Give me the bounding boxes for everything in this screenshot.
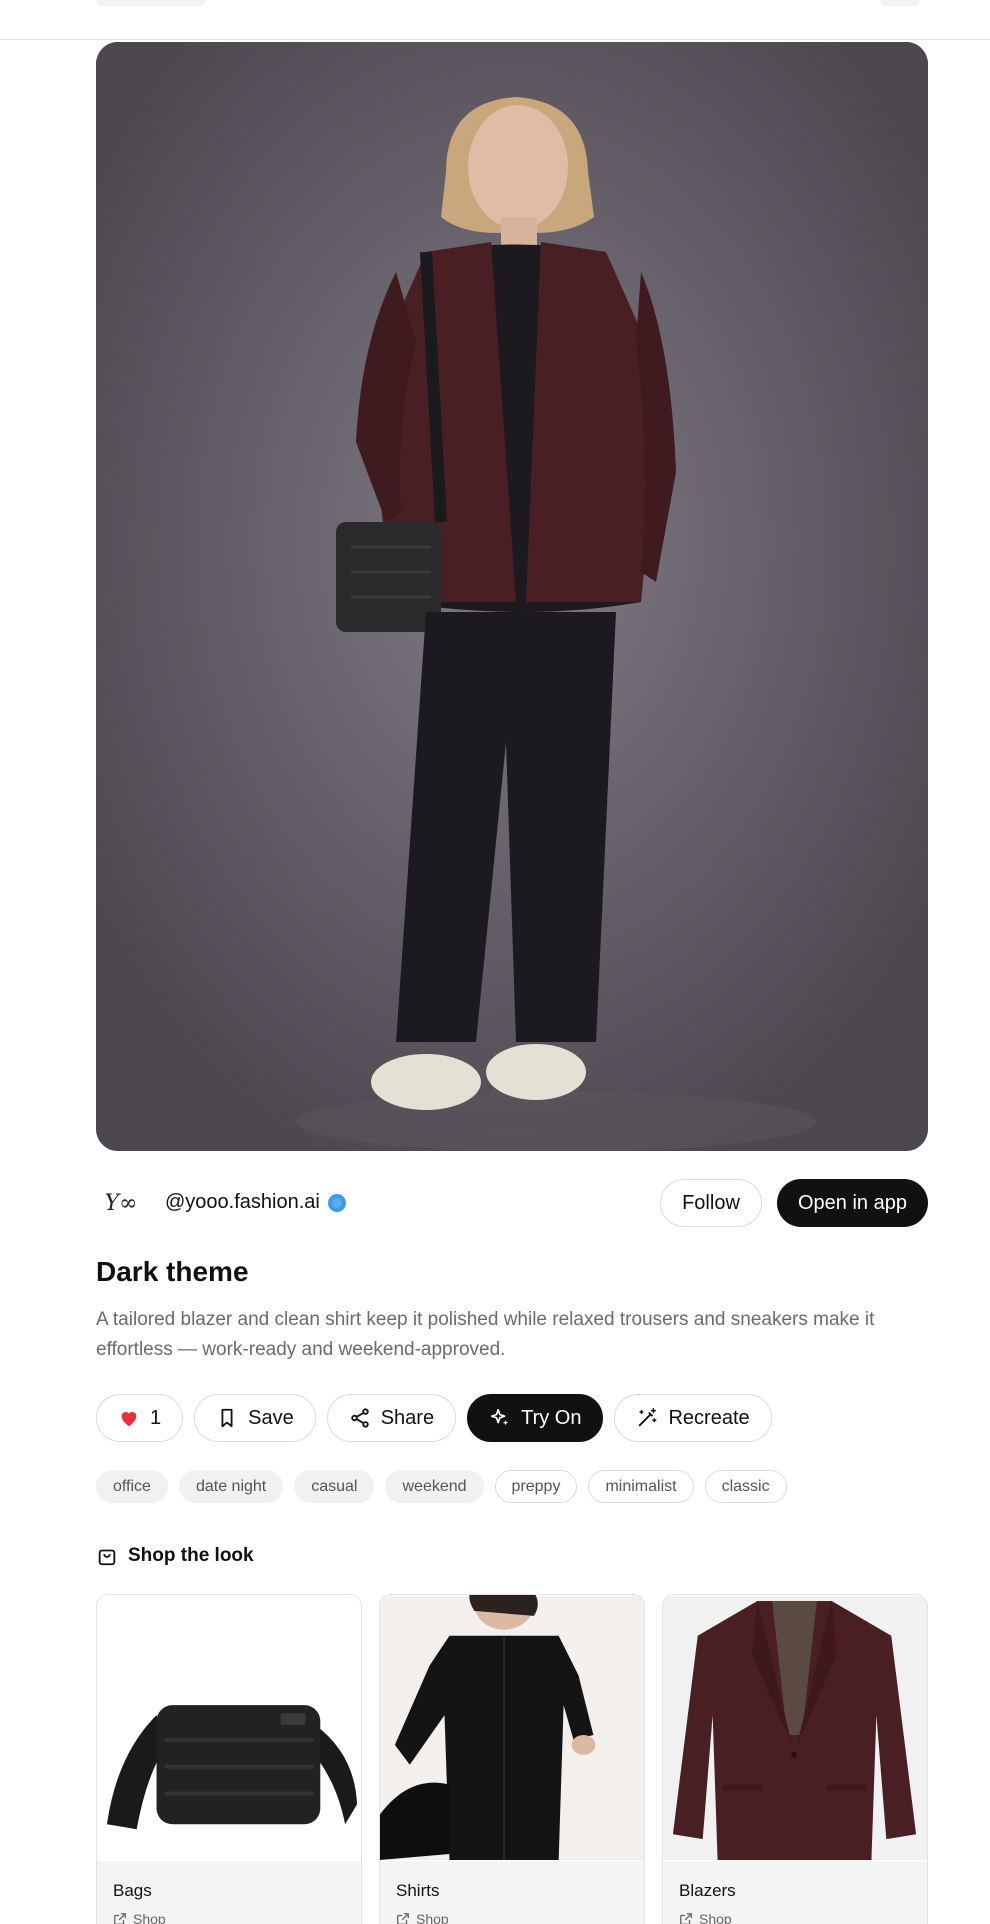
shop-link-label: Shop xyxy=(699,1911,732,1924)
verified-badge-icon xyxy=(327,1193,346,1212)
nav-right-element[interactable] xyxy=(880,0,920,6)
product-image-shirt xyxy=(380,1595,644,1861)
author-avatar[interactable]: Y∞ xyxy=(96,1178,146,1228)
author-handle-group[interactable]: @yooo.fashion.ai xyxy=(165,1191,346,1214)
open-in-app-button[interactable]: Open in app xyxy=(777,1179,928,1227)
tag-chip[interactable]: classic xyxy=(704,1470,787,1503)
shop-heading-text: Shop the look xyxy=(128,1545,254,1566)
product-meta: Bags Shop xyxy=(97,1861,361,1924)
share-button[interactable]: Share xyxy=(326,1394,457,1442)
tag-chip[interactable]: casual xyxy=(294,1470,375,1503)
try-on-label: Try On xyxy=(521,1406,582,1429)
product-cards: Bags Shop Shirts Shop Blazers Shop xyxy=(96,1594,928,1924)
external-link-icon xyxy=(114,1913,126,1924)
shop-link[interactable]: Shop xyxy=(679,1911,911,1924)
save-label: Save xyxy=(248,1406,294,1429)
product-meta: Blazers Shop xyxy=(663,1861,927,1924)
save-button[interactable]: Save xyxy=(194,1394,316,1442)
top-nav-bar xyxy=(0,0,990,40)
like-button[interactable]: 1 xyxy=(96,1394,184,1442)
product-meta: Shirts Shop xyxy=(380,1861,644,1924)
product-category: Bags xyxy=(113,1881,152,1900)
external-link-icon xyxy=(397,1913,409,1924)
like-count: 1 xyxy=(150,1406,162,1429)
action-bar: 1 Save Share Try On Recreate xyxy=(96,1394,772,1442)
sparkle-icon xyxy=(491,1408,509,1426)
author-row: Y∞ @yooo.fashion.ai Follow Open in app xyxy=(96,1178,928,1228)
shop-link[interactable]: Shop xyxy=(396,1911,628,1924)
tag-chip[interactable]: office xyxy=(96,1470,168,1503)
tag-chip[interactable]: preppy xyxy=(494,1470,578,1503)
try-on-button[interactable]: Try On xyxy=(467,1394,604,1442)
shopping-bag-icon xyxy=(98,1549,116,1566)
outfit-hero-image xyxy=(96,42,928,1151)
tag-chip[interactable]: minimalist xyxy=(588,1470,694,1503)
tag-list: office date night casual weekend preppy … xyxy=(96,1470,787,1503)
product-card-bags[interactable]: Bags Shop xyxy=(96,1594,362,1924)
shop-link[interactable]: Shop xyxy=(113,1911,345,1924)
product-image-bag xyxy=(97,1595,361,1861)
magic-wand-icon xyxy=(639,1408,657,1427)
share-label: Share xyxy=(380,1406,435,1429)
product-image-blazer xyxy=(663,1595,927,1861)
follow-button[interactable]: Follow xyxy=(660,1179,762,1227)
recreate-button[interactable]: Recreate xyxy=(614,1394,772,1442)
author-handle[interactable]: @yooo.fashion.ai xyxy=(165,1191,320,1214)
recreate-label: Recreate xyxy=(668,1406,750,1429)
bookmark-icon xyxy=(221,1408,233,1428)
tag-chip[interactable]: weekend xyxy=(385,1470,484,1503)
heart-icon xyxy=(121,1412,137,1427)
product-card-shirts[interactable]: Shirts Shop xyxy=(379,1594,645,1924)
share-icon xyxy=(351,1408,369,1428)
product-category: Blazers xyxy=(679,1881,736,1900)
post-title: Dark theme xyxy=(96,1256,249,1287)
shop-link-label: Shop xyxy=(416,1911,449,1924)
post-description: A tailored blazer and clean shirt keep i… xyxy=(96,1309,875,1360)
tag-chip[interactable]: date night xyxy=(178,1470,284,1503)
shop-the-look-heading: Shop the look xyxy=(96,1545,254,1567)
product-card-blazers[interactable]: Blazers Shop xyxy=(662,1594,928,1924)
external-link-icon xyxy=(680,1913,692,1924)
shop-link-label: Shop xyxy=(133,1911,166,1924)
nav-left-element[interactable] xyxy=(96,0,206,6)
product-category: Shirts xyxy=(396,1881,440,1900)
